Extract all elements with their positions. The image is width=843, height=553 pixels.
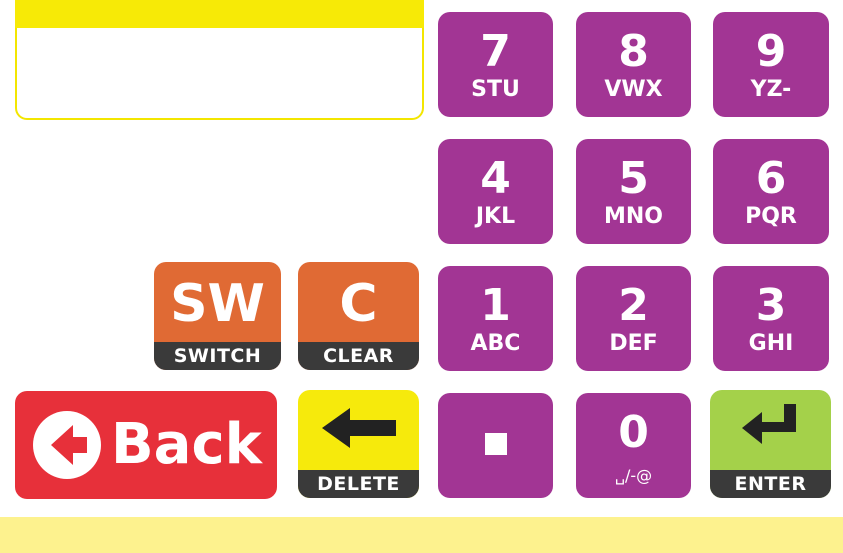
display-header-bar — [15, 0, 424, 28]
key-0-symbols: ␣/-@ — [614, 466, 653, 485]
key-6-digit: 6 — [755, 153, 787, 204]
key-5-digit: 5 — [618, 153, 649, 204]
key-7-digit: 7 — [480, 26, 511, 77]
key-2[interactable]: 2 DEF — [576, 266, 691, 371]
delete-button-label: DELETE — [298, 470, 419, 498]
key-6-letters: PQR — [745, 204, 797, 229]
key-6[interactable]: 6 PQR — [713, 139, 829, 244]
key-8[interactable]: 8 VWX — [576, 12, 691, 117]
key-8-digit: 8 — [618, 26, 649, 77]
key-5-letters: MNO — [603, 204, 663, 229]
key-7-letters: STU — [471, 77, 520, 102]
key-1-digit: 1 — [480, 280, 511, 331]
key-5[interactable]: 5 MNO — [576, 139, 691, 244]
key-9-digit: 9 — [755, 26, 787, 77]
key-8-letters: VWX — [604, 77, 663, 102]
clear-button-label: CLEAR — [298, 342, 419, 370]
key-9[interactable]: 9 YZ- — [713, 12, 829, 117]
key-dot[interactable] — [438, 393, 553, 498]
key-0[interactable]: 0 ␣/-@ — [576, 393, 691, 498]
key-7[interactable]: 7 STU — [438, 12, 553, 117]
key-3[interactable]: 3 GHI — [713, 266, 829, 371]
key-2-letters: DEF — [609, 331, 658, 356]
period-icon — [485, 433, 507, 455]
key-4[interactable]: 4 JKL — [438, 139, 553, 244]
key-1-letters: ABC — [470, 331, 521, 356]
arrow-left-icon — [322, 408, 396, 448]
bottom-status-band — [0, 517, 843, 553]
back-button-label: Back — [111, 412, 262, 477]
key-4-letters: JKL — [475, 204, 516, 229]
key-0-digit: 0 — [618, 407, 649, 458]
switch-button-symbol: SW — [170, 274, 265, 334]
key-4-digit: 4 — [480, 153, 511, 204]
clear-button[interactable]: C CLEAR — [298, 262, 419, 370]
switch-button[interactable]: SW SWITCH — [154, 262, 281, 370]
enter-button[interactable]: ENTER — [710, 390, 831, 498]
key-2-digit: 2 — [618, 280, 649, 331]
key-3-letters: GHI — [748, 331, 794, 356]
back-arrow-circle-icon — [33, 411, 101, 479]
delete-button[interactable]: DELETE — [298, 390, 419, 498]
return-arrow-icon — [742, 404, 796, 444]
key-1[interactable]: 1 ABC — [438, 266, 553, 371]
key-3-digit: 3 — [755, 280, 787, 331]
arrow-left-circle-icon — [51, 425, 87, 465]
keypad-screen: 7 STU 8 VWX 9 YZ- 4 JKL 5 MNO 6 PQR SW S… — [0, 0, 843, 553]
switch-button-label: SWITCH — [154, 342, 281, 370]
key-9-letters: YZ- — [750, 77, 792, 102]
enter-button-label: ENTER — [710, 470, 831, 498]
back-button[interactable]: Back — [15, 391, 277, 499]
input-display — [15, 0, 424, 120]
clear-button-symbol: C — [339, 274, 378, 334]
